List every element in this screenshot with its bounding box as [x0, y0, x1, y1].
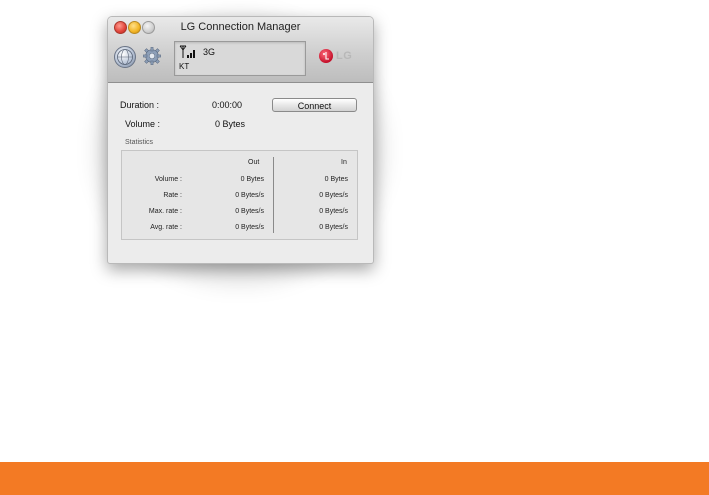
lg-brand-text: LG	[336, 50, 353, 62]
stats-row-out: 0 Bytes	[240, 176, 264, 183]
statistics-panel: Out In Volume : 0 Bytes 0 Bytes Rate : 0…	[121, 150, 358, 240]
main-content: Duration : 0:00:00 Connect Volume : 0 By…	[108, 83, 373, 263]
stats-header-in: In	[341, 159, 347, 166]
stats-row-in: 0 Bytes/s	[319, 208, 348, 215]
stats-row-out: 0 Bytes/s	[235, 224, 264, 231]
stats-header-out: Out	[248, 159, 260, 166]
stats-row-out: 0 Bytes/s	[235, 208, 264, 215]
stats-row-out: 0 Bytes/s	[235, 192, 264, 199]
stats-row-in: 0 Bytes/s	[319, 192, 348, 199]
connect-button[interactable]: Connect	[272, 98, 357, 112]
lg-connection-manager-window: LG Connection Manager 3G KT LG Duration …	[107, 16, 374, 264]
volume-value: 0 Bytes	[215, 119, 246, 129]
stats-row-label: Volume :	[154, 176, 182, 183]
network-type: 3G	[203, 47, 216, 57]
stats-row-in: 0 Bytes	[324, 176, 348, 183]
duration-value: 0:00:00	[212, 100, 243, 110]
stats-row-in: 0 Bytes/s	[319, 224, 348, 231]
volume-label: Volume :	[125, 119, 161, 129]
duration-label: Duration :	[120, 100, 160, 110]
carrier-name: KT	[179, 62, 190, 71]
orange-footer-bar	[0, 462, 709, 495]
gear-icon[interactable]	[142, 46, 162, 66]
lg-logo: LG	[319, 49, 352, 63]
statistics-caption: Statistics	[125, 139, 154, 146]
column-divider	[273, 157, 274, 233]
signal-icon	[179, 45, 195, 58]
stats-row-label: Rate :	[163, 192, 182, 199]
globe-icon[interactable]	[114, 46, 136, 68]
connection-status-panel: 3G KT	[174, 41, 306, 76]
titlebar: LG Connection Manager 3G KT LG	[108, 17, 373, 83]
stats-row-label: Avg. rate :	[150, 224, 182, 231]
lg-logo-icon	[319, 49, 333, 63]
stats-row-label: Max. rate :	[148, 208, 182, 215]
window-title: LG Connection Manager	[180, 21, 301, 33]
